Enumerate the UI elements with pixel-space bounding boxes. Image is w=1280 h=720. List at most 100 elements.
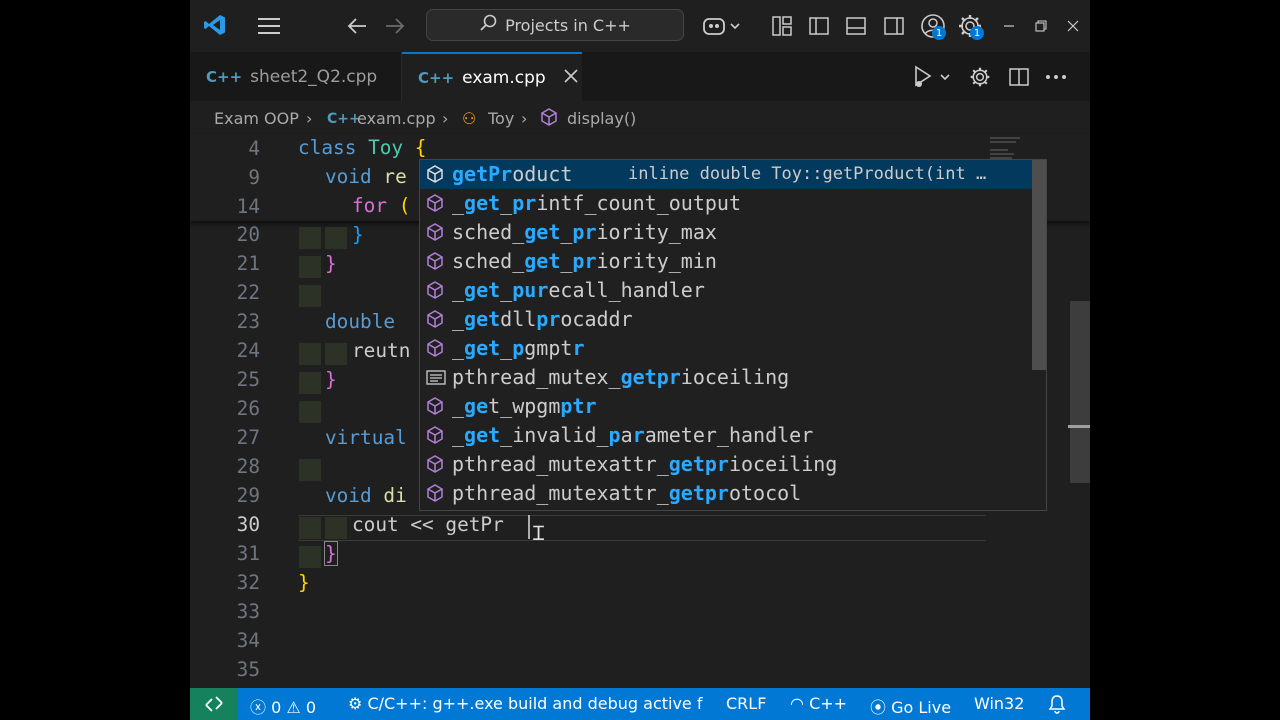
- breadcrumb: Exam OOP › C++ exam.cpp › ⚇ Toy › displa…: [190, 101, 1090, 135]
- class-symbol-icon: ⚇: [462, 109, 477, 128]
- suggestion-item[interactable]: _get_wpgmptr: [420, 392, 1032, 421]
- close-tab-icon[interactable]: [564, 68, 578, 88]
- vscode-logo-icon: [202, 12, 228, 38]
- toggle-panel-icon[interactable]: [845, 15, 867, 37]
- breadcrumb-sep-icon: ›: [521, 109, 528, 128]
- toggle-secondary-sidebar-icon[interactable]: [883, 15, 905, 37]
- copilot-icon[interactable]: [702, 13, 742, 39]
- suggestion-item[interactable]: getProduct inline double Toy::getProduct…: [420, 160, 1032, 189]
- error-icon: ⓧ: [250, 698, 267, 717]
- search-icon: [479, 14, 497, 36]
- restore-icon[interactable]: [1030, 16, 1052, 36]
- settings-gear-icon[interactable]: [968, 65, 992, 89]
- breadcrumb-file[interactable]: exam.cpp: [357, 109, 436, 128]
- code-line-27: virtual: [325, 426, 407, 449]
- suggestion-item[interactable]: pthread_mutexattr_getprotocol: [420, 479, 1032, 508]
- suggestion-item[interactable]: _getdllprocaddr: [420, 305, 1032, 334]
- code-line-29: void di: [325, 484, 407, 507]
- remote-indicator[interactable]: [190, 688, 238, 720]
- warning-count: 0: [305, 698, 317, 717]
- line-number: 34: [236, 629, 260, 652]
- vertical-scrollbar[interactable]: [1070, 301, 1090, 483]
- command-center-search[interactable]: Projects in C++: [426, 9, 684, 41]
- breadcrumb-sep-icon: ›: [442, 109, 449, 128]
- build-task-item[interactable]: ⚙ C/C++: g++.exe build and debug active …: [348, 694, 703, 713]
- suggestion-widget[interactable]: getProduct inline double Toy::getProduct…: [419, 159, 1047, 511]
- suggestion-scrollbar[interactable]: [1032, 160, 1046, 370]
- tab-exam-cpp[interactable]: C++ exam.cpp: [402, 52, 582, 101]
- configuration-indicator[interactable]: Win32: [974, 694, 1024, 713]
- more-actions-icon[interactable]: [1044, 66, 1068, 88]
- method-icon: [426, 338, 444, 358]
- method-icon: [426, 280, 444, 300]
- suggestion-item[interactable]: sched_get_priority_min: [420, 247, 1032, 276]
- indent-guide: [299, 285, 321, 307]
- method-icon: [426, 454, 444, 474]
- suggestion-item[interactable]: _get_printf_count_output: [420, 189, 1032, 218]
- line-number: 20: [236, 223, 260, 246]
- line-number: 31: [236, 542, 260, 565]
- indent-guide: [299, 517, 321, 539]
- suggestion-item[interactable]: _get_purecall_handler: [420, 276, 1032, 305]
- code-line-32: }: [298, 571, 310, 594]
- code-line-14: for (: [352, 194, 411, 217]
- warning-icon: ⚠: [286, 698, 301, 717]
- back-arrow-icon[interactable]: [345, 14, 369, 38]
- debug-gear-icon: ⚙: [348, 694, 363, 713]
- tab-sheet2-q2[interactable]: C++ sheet2_Q2.cpp: [190, 52, 402, 101]
- bell-icon[interactable]: [1048, 694, 1066, 718]
- indent-guide: [299, 256, 321, 278]
- menu-icon[interactable]: [256, 14, 282, 38]
- line-number: 21: [236, 252, 260, 275]
- broadcast-icon: ⦿: [870, 698, 887, 717]
- toggle-primary-sidebar-icon[interactable]: [808, 15, 830, 37]
- forward-arrow-icon[interactable]: [383, 14, 407, 38]
- indent-guide: [325, 343, 347, 365]
- code-line-25: }: [325, 368, 337, 391]
- method-icon: [426, 193, 444, 213]
- error-count: 0: [271, 698, 282, 717]
- code-editor[interactable]: 4 9 14 20 21 22 23 24 25 26 27 28 29 30 …: [190, 135, 1090, 688]
- customize-layout-icon[interactable]: [771, 15, 793, 37]
- language-mode[interactable]: ◠ C++: [790, 694, 847, 713]
- suggestion-item[interactable]: sched_get_priority_max: [420, 218, 1032, 247]
- mouse-ibeam-icon: Ɪ: [533, 521, 545, 545]
- close-window-icon[interactable]: [1062, 16, 1084, 36]
- go-live-label: Go Live: [891, 698, 952, 717]
- problems-indicator[interactable]: ⓧ 0 ⚠ 0: [250, 694, 316, 718]
- line-number: 22: [236, 281, 260, 304]
- line-number-current: 30: [236, 513, 260, 536]
- breadcrumb-method[interactable]: display(): [567, 109, 636, 128]
- suggestion-item[interactable]: _get_pgmptr: [420, 334, 1032, 363]
- cpp-file-icon: C++: [206, 67, 243, 86]
- indent-guide: [299, 372, 321, 394]
- line-number: 9: [248, 166, 260, 189]
- indent-guide: [325, 517, 347, 539]
- indent-guide: [299, 227, 321, 249]
- eol-indicator[interactable]: CRLF: [726, 694, 766, 713]
- run-debug-icon[interactable]: [910, 64, 954, 90]
- cpp-file-icon: C++: [327, 111, 361, 127]
- account-badge: 1: [932, 26, 946, 40]
- method-icon: [426, 222, 444, 242]
- line-number: 33: [236, 600, 260, 623]
- breadcrumb-class[interactable]: Toy: [488, 109, 514, 128]
- split-editor-icon[interactable]: [1008, 66, 1030, 88]
- code-line-9: void re: [325, 165, 407, 188]
- go-live-button[interactable]: ⦿ Go Live: [870, 694, 951, 718]
- cpp-file-icon: C++: [418, 68, 455, 87]
- breadcrumb-folder[interactable]: Exam OOP: [214, 109, 299, 128]
- suggestion-item[interactable]: _get_invalid_parameter_handler: [420, 421, 1032, 450]
- settings-badge: 1: [970, 26, 984, 40]
- code-line-4: class Toy {: [298, 136, 427, 159]
- line-number: 35: [236, 658, 260, 681]
- suggestion-item[interactable]: pthread_mutexattr_getprioceiling: [420, 450, 1032, 479]
- braces-icon: ◠: [790, 694, 804, 713]
- minimize-icon[interactable]: [998, 16, 1020, 36]
- method-icon: [540, 107, 558, 131]
- line-number: 29: [236, 484, 260, 507]
- line-number: 24: [236, 339, 260, 362]
- status-bar: ⓧ 0 ⚠ 0 ⚙ C/C++: g++.exe build and debug…: [190, 688, 1090, 720]
- line-number: 23: [236, 310, 260, 333]
- suggestion-item[interactable]: pthread_mutex_getprioceiling: [420, 363, 1032, 392]
